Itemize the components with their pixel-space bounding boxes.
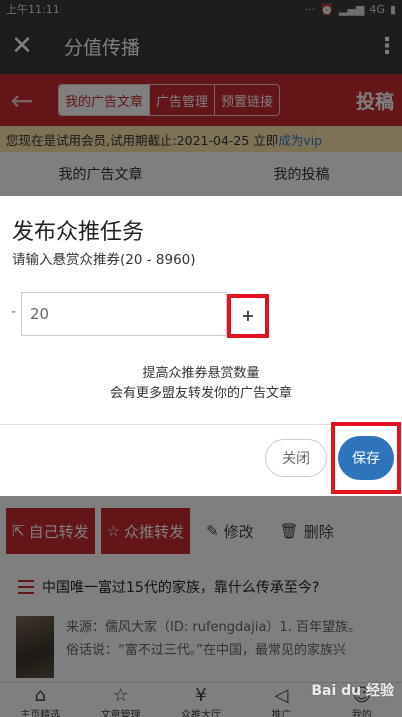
dialog-subtitle: 请输入悬赏众推券(20 - 8960) xyxy=(12,252,196,268)
dialog-title: 发布众推任务 xyxy=(12,220,145,245)
highlight-box-save xyxy=(331,422,401,494)
decrement-button[interactable]: - xyxy=(11,304,16,320)
dialog-hint-line-1: 提高众推券悬赏数量 xyxy=(142,366,260,381)
close-button[interactable]: 关闭 xyxy=(265,439,327,477)
reward-amount-input[interactable] xyxy=(21,292,227,336)
publish-crowd-task-dialog: 发布众推任务 请输入悬赏众推券(20 - 8960) - + 提高众推券悬赏数量… xyxy=(0,196,402,496)
highlight-box-increment xyxy=(227,294,269,338)
baidu-watermark: Bai du 经验 xyxy=(311,683,394,699)
dialog-hint-line-2: 会有更多盟友转发你的广告文章 xyxy=(109,386,292,401)
